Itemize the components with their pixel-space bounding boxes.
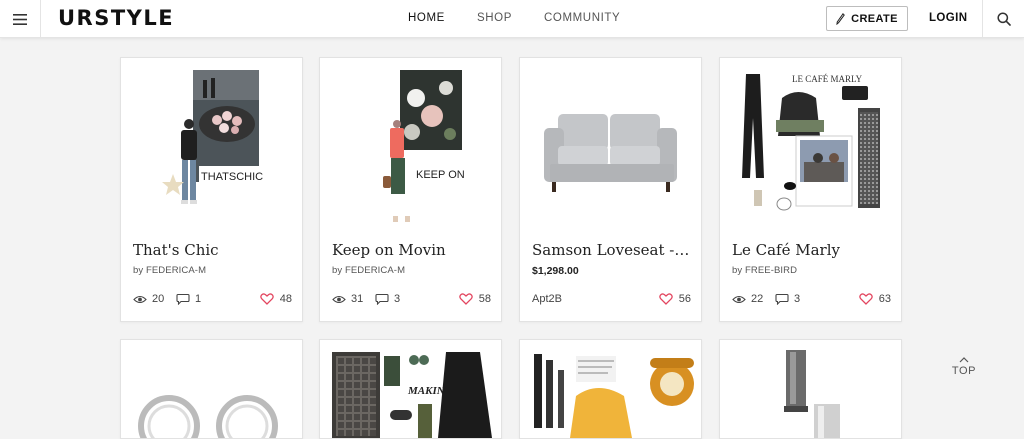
comments-stat: 3 — [775, 293, 800, 305]
card-author[interactable]: by FREE-BIRD — [732, 265, 797, 276]
card-author[interactable]: by FEDERICA-M — [133, 265, 206, 276]
product-brand[interactable]: Apt2B — [532, 293, 562, 305]
eye-icon — [732, 295, 746, 303]
nav-shop[interactable]: SHOP — [477, 12, 512, 24]
card-le-cafe-marly[interactable]: LE CAFÉ MARLY Le Café Marly by FREE-BIRD… — [719, 57, 902, 322]
views-stat: 31 — [332, 293, 363, 305]
eye-icon — [332, 295, 346, 303]
card-title[interactable]: Samson Loveseat - L... — [532, 241, 692, 259]
comments-count: 3 — [794, 293, 801, 305]
comments-count: 3 — [394, 293, 401, 305]
create-button[interactable]: CREATE — [826, 6, 908, 31]
comments-count: 1 — [195, 293, 202, 305]
eye-icon — [133, 295, 147, 303]
card-author[interactable]: by FEDERICA-M — [332, 265, 405, 276]
pencil-icon — [836, 12, 845, 25]
product-price: $1,298.00 — [532, 265, 579, 277]
nav-community[interactable]: COMMUNITY — [544, 12, 620, 24]
card-keep-on-movin[interactable]: KEEP ON Keep on Movin by FEDERICA-M 31 3… — [319, 57, 502, 322]
card-image-product[interactable] — [720, 340, 901, 438]
card-title[interactable]: Keep on Movin — [332, 241, 492, 259]
card-image-collage[interactable]: LE CAFÉ MARLY — [720, 58, 901, 233]
heart-icon — [858, 293, 873, 305]
card-thats-chic[interactable]: THATSCHIC That's Chic by FEDERICA-M 20 1… — [120, 57, 303, 322]
card-image-collage[interactable]: MAKING — [320, 340, 501, 438]
login-link[interactable]: LOGIN — [929, 12, 967, 24]
comment-icon — [176, 293, 190, 305]
thumb-caption: KEEP ON — [416, 169, 465, 181]
likes-count: 58 — [478, 293, 491, 305]
back-to-top-label: TOP — [951, 365, 977, 377]
card-stats: Apt2B 56 — [532, 293, 691, 309]
comments-stat: 1 — [176, 293, 201, 305]
card-row2-1[interactable] — [120, 339, 303, 439]
like-button[interactable]: 56 — [658, 293, 691, 305]
like-button[interactable]: 63 — [858, 293, 891, 305]
comment-icon — [375, 293, 389, 305]
comment-icon — [775, 293, 789, 305]
logo[interactable]: URSTYLE — [58, 6, 174, 30]
search-icon[interactable] — [982, 0, 1024, 38]
views-stat: 22 — [732, 293, 763, 305]
card-stats: 31 3 58 — [332, 293, 491, 309]
card-stats: 22 3 63 — [732, 293, 891, 309]
card-image-collage[interactable]: THATSCHIC — [121, 58, 302, 233]
likes-count: 63 — [878, 293, 891, 305]
hamburger-menu-icon[interactable] — [0, 0, 41, 38]
views-count: 20 — [152, 293, 165, 305]
card-row2-2[interactable]: MAKING — [319, 339, 502, 439]
card-image-earrings[interactable] — [121, 340, 302, 438]
card-row2-4[interactable] — [719, 339, 902, 439]
back-to-top-button[interactable]: TOP — [944, 357, 984, 377]
card-title[interactable]: That's Chic — [133, 241, 293, 259]
views-count: 31 — [351, 293, 364, 305]
heart-icon — [658, 293, 673, 305]
card-row2-3[interactable] — [519, 339, 702, 439]
card-image-product[interactable] — [520, 58, 701, 233]
heart-icon — [259, 293, 274, 305]
thumb-caption: THATSCHIC — [201, 171, 263, 183]
chevron-up-icon — [959, 357, 969, 363]
views-count: 22 — [751, 293, 764, 305]
likes-count: 48 — [279, 293, 292, 305]
card-image-collage[interactable] — [520, 340, 701, 438]
views-stat: 20 — [133, 293, 164, 305]
nav-home[interactable]: HOME — [408, 12, 445, 24]
card-title[interactable]: Le Café Marly — [732, 241, 892, 259]
card-image-collage[interactable]: KEEP ON — [320, 58, 501, 233]
card-samson-loveseat[interactable]: Samson Loveseat - L... $1,298.00 Apt2B 5… — [519, 57, 702, 322]
like-button[interactable]: 48 — [259, 293, 292, 305]
likes-count: 56 — [678, 293, 691, 305]
top-navigation-bar: URSTYLE HOME SHOP COMMUNITY CREATE LOGIN — [0, 0, 1024, 38]
thumb-caption: LE CAFÉ MARLY — [792, 74, 863, 84]
like-button[interactable]: 58 — [458, 293, 491, 305]
heart-icon — [458, 293, 473, 305]
create-button-label: CREATE — [851, 12, 898, 25]
card-stats: 20 1 48 — [133, 293, 292, 309]
comments-stat: 3 — [375, 293, 400, 305]
